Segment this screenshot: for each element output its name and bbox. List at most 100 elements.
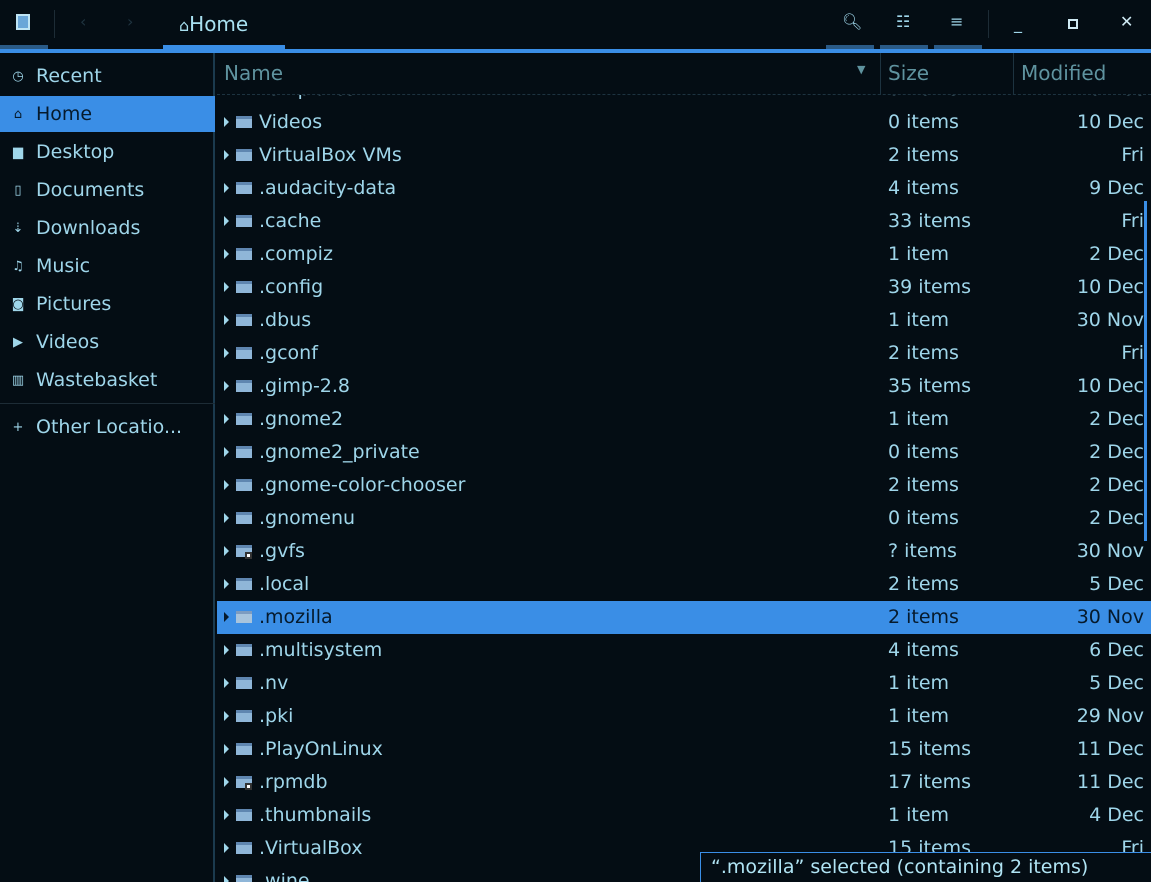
scrollbar[interactable] <box>1144 201 1147 541</box>
sidebar-item-recent[interactable]: ◷ Recent <box>0 58 215 94</box>
close-icon[interactable]: ✕ <box>1120 12 1133 31</box>
file-size: 0 items <box>888 441 959 463</box>
minimize-icon[interactable]: _ <box>1014 14 1022 33</box>
table-row[interactable]: .pki 1 item 29 Nov <box>217 700 1151 733</box>
sidebar-item-wastebasket[interactable]: ▥ Wastebasket <box>0 362 215 398</box>
expander-arrow-icon[interactable] <box>224 579 229 589</box>
table-row[interactable]: .gimp-2.8 35 items 10 Dec <box>217 370 1151 403</box>
table-row[interactable]: .audacity-data 4 items 9 Dec <box>217 172 1151 205</box>
expander-arrow-icon[interactable] <box>224 711 229 721</box>
file-name: Videos <box>259 111 323 133</box>
table-row[interactable]: .cache 33 items Fri <box>217 205 1151 238</box>
file-name: .dbus <box>259 309 312 331</box>
expander-arrow-icon[interactable] <box>224 513 229 523</box>
table-row[interactable]: .multisystem 4 items 6 Dec <box>217 634 1151 667</box>
table-row[interactable]: .dbus 1 item 30 Nov <box>217 304 1151 337</box>
table-row[interactable]: .gnomenu 0 items 2 Dec <box>217 502 1151 535</box>
sidebar-item-desktop[interactable]: ▆ Desktop <box>0 134 215 170</box>
file-size: 2 items <box>888 144 959 166</box>
file-modified: Fri <box>1121 144 1144 166</box>
expander-arrow-icon[interactable] <box>224 645 229 655</box>
table-row[interactable]: .local 2 items 5 Dec <box>217 568 1151 601</box>
file-size: 0 items <box>888 111 959 133</box>
table-row[interactable]: .nv 1 item 5 Dec <box>217 667 1151 700</box>
sidebar-item-label: Music <box>36 255 91 277</box>
music-icon: ♫ <box>12 258 24 274</box>
table-row[interactable]: .config 39 items 10 Dec <box>217 271 1151 304</box>
expander-arrow-icon[interactable] <box>224 480 229 490</box>
expander-arrow-icon[interactable] <box>224 150 229 160</box>
expander-arrow-icon[interactable] <box>224 315 229 325</box>
table-row[interactable]: .compiz 1 item 2 Dec <box>217 238 1151 271</box>
expander-arrow-icon[interactable] <box>224 777 229 787</box>
expander-arrow-icon[interactable] <box>224 876 229 882</box>
table-row[interactable]: .PlayOnLinux 15 items 11 Dec <box>217 733 1151 766</box>
file-size: 35 items <box>888 375 972 397</box>
column-size[interactable]: Size <box>888 61 929 85</box>
table-row[interactable]: .mozilla 2 items 30 Nov <box>217 601 1151 634</box>
expander-arrow-icon[interactable] <box>224 678 229 688</box>
sidebar-item-videos[interactable]: ▶ Videos <box>0 324 215 360</box>
table-row[interactable]: .gnome-color-chooser 2 items 2 Dec <box>217 469 1151 502</box>
folder-icon <box>236 215 252 227</box>
file-modified: 5 Dec <box>1089 672 1144 694</box>
expander-arrow-icon[interactable] <box>224 414 229 424</box>
sidebar-item-documents[interactable]: ▯ Documents <box>0 172 215 208</box>
expander-arrow-icon[interactable] <box>224 183 229 193</box>
sidebar-item-pictures[interactable]: ◙ Pictures <box>0 286 215 322</box>
expander-arrow-icon[interactable] <box>224 810 229 820</box>
expander-arrow-icon[interactable] <box>224 249 229 259</box>
sidebar-item-home[interactable]: ⌂ Home <box>0 96 215 132</box>
file-list: Name ▼ Size Modified Templates0 items10 … <box>217 53 1151 882</box>
file-size: 1 item <box>888 705 950 727</box>
sidebar-divider <box>0 403 215 404</box>
path-bar-home-button[interactable]: ⌂Home <box>163 0 285 50</box>
expander-arrow-icon[interactable] <box>224 546 229 556</box>
hamburger-menu-icon[interactable]: ≡ <box>950 12 963 31</box>
expander-arrow-icon[interactable] <box>224 447 229 457</box>
folder-icon <box>236 479 252 491</box>
file-name: .gconf <box>259 342 318 364</box>
expander-arrow-icon[interactable] <box>224 843 229 853</box>
table-row[interactable]: .gconf 2 items Fri <box>217 337 1151 370</box>
sidebar-item-downloads[interactable]: ⇣ Downloads <box>0 210 215 246</box>
column-modified[interactable]: Modified <box>1021 61 1106 85</box>
list-view-icon[interactable]: ☷ <box>896 12 910 31</box>
expander-arrow-icon[interactable] <box>224 117 229 127</box>
folder-icon <box>236 314 252 326</box>
chevron-left-icon[interactable]: ‹ <box>80 12 86 31</box>
sidebar-item-music[interactable]: ♫ Music <box>0 248 215 284</box>
file-modified: 29 Nov <box>1076 705 1144 727</box>
chevron-right-icon[interactable]: › <box>127 12 133 31</box>
file-modified: 30 Nov <box>1076 540 1144 562</box>
folder-icon <box>236 512 252 524</box>
sort-descending-icon: ▼ <box>857 63 866 76</box>
table-row[interactable]: .gvfs ? items 30 Nov <box>217 535 1151 568</box>
expander-arrow-icon[interactable] <box>224 744 229 754</box>
folder-icon: ▆ <box>13 144 23 160</box>
table-row[interactable]: Videos 0 items 10 Dec <box>217 106 1151 139</box>
column-name[interactable]: Name <box>224 61 283 85</box>
folder-icon <box>236 875 252 882</box>
expander-arrow-icon[interactable] <box>224 216 229 226</box>
file-cabinet-icon[interactable] <box>16 14 30 30</box>
search-icon[interactable]: 🔍︎ <box>842 12 862 31</box>
maximize-icon[interactable] <box>1068 19 1078 29</box>
table-row[interactable]: .gnome2 1 item 2 Dec <box>217 403 1151 436</box>
sidebar-item-other-locations[interactable]: + Other Locatio... <box>0 409 215 445</box>
sidebar-item-label: Desktop <box>36 141 115 163</box>
expander-arrow-icon[interactable] <box>224 348 229 358</box>
expander-arrow-icon[interactable] <box>224 381 229 391</box>
table-row[interactable]: .gnome2_private 0 items 2 Dec <box>217 436 1151 469</box>
file-size: 2 items <box>888 474 959 496</box>
file-name: .rpmdb <box>259 771 328 793</box>
expander-arrow-icon[interactable] <box>224 612 229 622</box>
table-row[interactable]: .rpmdb 17 items 11 Dec <box>217 766 1151 799</box>
file-modified: 10 Dec <box>1077 111 1144 133</box>
expander-arrow-icon[interactable] <box>224 282 229 292</box>
table-row[interactable]: VirtualBox VMs 2 items Fri <box>217 139 1151 172</box>
sidebar-item-label: Recent <box>36 65 102 87</box>
folder-icon <box>236 347 252 359</box>
table-row[interactable]: .thumbnails 1 item 4 Dec <box>217 799 1151 832</box>
file-size: 33 items <box>888 210 972 232</box>
